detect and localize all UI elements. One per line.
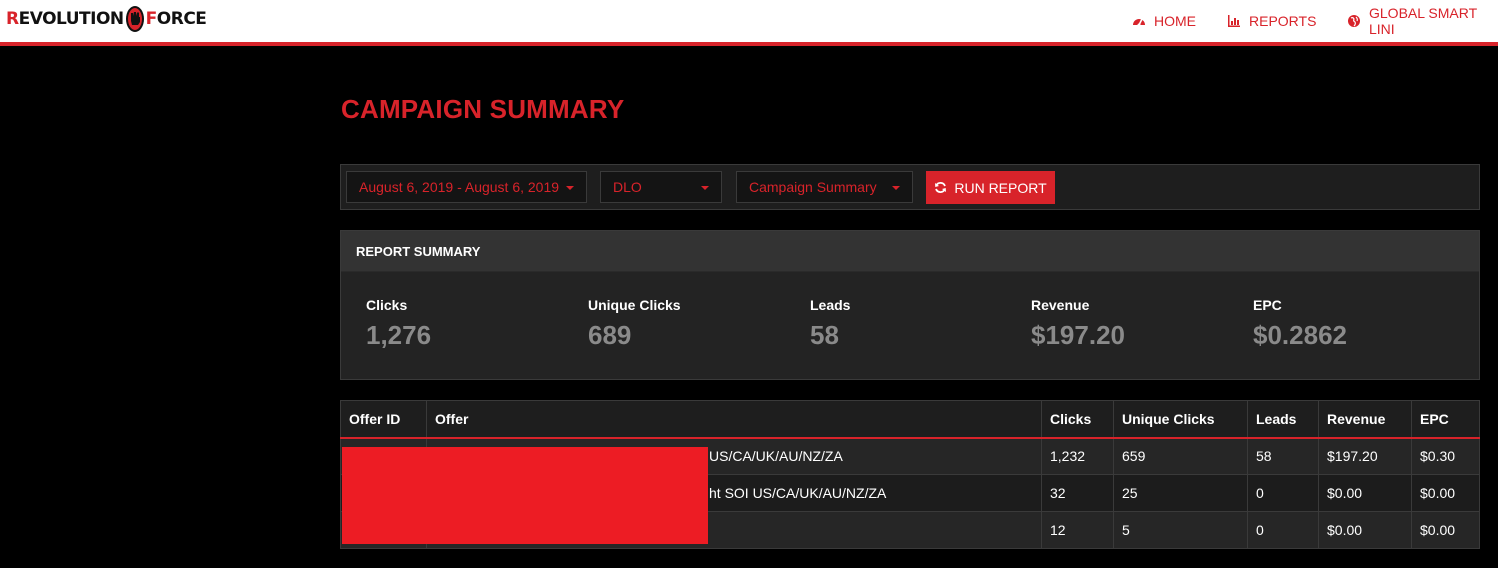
column-header-epc[interactable]: EPC xyxy=(1411,400,1480,439)
logo-letter-r: R xyxy=(6,9,19,29)
network-dropdown[interactable]: DLO xyxy=(600,171,722,203)
cell-unique-clicks: 659 xyxy=(1113,437,1248,475)
network-value: DLO xyxy=(613,179,642,195)
caret-down-icon xyxy=(892,186,900,190)
stat-epc: EPC $0.2862 xyxy=(1253,297,1347,351)
column-header-offer-id[interactable]: Offer ID xyxy=(340,400,427,439)
globe-icon xyxy=(1347,14,1361,28)
nav-home-label: HOME xyxy=(1154,13,1196,29)
cell-epc: $0.00 xyxy=(1411,474,1480,512)
run-report-label: RUN REPORT xyxy=(954,179,1047,196)
column-header-offer[interactable]: Offer xyxy=(426,400,1042,439)
report-summary-heading: REPORT SUMMARY xyxy=(341,231,1479,272)
stat-value: $197.20 xyxy=(1031,320,1125,350)
cell-epc: $0.00 xyxy=(1411,511,1480,549)
stat-leads: Leads 58 xyxy=(810,297,850,351)
nav-global-smart-link[interactable]: GLOBAL SMART LINI xyxy=(1347,0,1498,42)
bar-chart-icon xyxy=(1227,14,1241,28)
cell-clicks: 1,232 xyxy=(1041,437,1114,475)
stat-label: EPC xyxy=(1253,297,1282,313)
stat-label: Clicks xyxy=(366,297,408,313)
stat-value: $0.2862 xyxy=(1253,320,1347,350)
nav-reports[interactable]: REPORTS xyxy=(1227,0,1316,42)
cell-leads: 0 xyxy=(1247,474,1319,512)
stat-label: Leads xyxy=(810,297,851,313)
stat-revenue: Revenue $197.20 xyxy=(1031,297,1125,351)
top-navbar: R EVOLUTION F ORCE HOME REPORTS GLOBAL SMA… xyxy=(0,0,1498,46)
cell-revenue: $0.00 xyxy=(1318,511,1412,549)
nav-reports-label: REPORTS xyxy=(1249,13,1317,29)
stat-value: 689 xyxy=(588,320,632,350)
refresh-icon xyxy=(934,181,947,194)
cell-leads: 58 xyxy=(1247,437,1319,475)
column-header-clicks[interactable]: Clicks xyxy=(1041,400,1114,439)
report-type-value: Campaign Summary xyxy=(749,179,877,195)
column-header-leads[interactable]: Leads xyxy=(1247,400,1319,439)
stat-value: 1,276 xyxy=(366,320,432,350)
cell-clicks: 32 xyxy=(1041,474,1114,512)
cell-leads: 0 xyxy=(1247,511,1319,549)
date-range-dropdown[interactable]: August 6, 2019 - August 6, 2019 xyxy=(346,171,587,203)
nav-global-smart-link-label: GLOBAL SMART LINI xyxy=(1369,5,1477,37)
redaction-block xyxy=(342,447,708,544)
stat-unique-clicks: Unique Clicks 689 xyxy=(588,297,681,351)
logo-text-orce: ORCE xyxy=(156,9,207,29)
caret-down-icon xyxy=(566,186,574,190)
report-filter-bar: August 6, 2019 - August 6, 2019 DLO Camp… xyxy=(340,164,1480,210)
stat-label: Unique Clicks xyxy=(588,297,681,313)
report-summary-panel: REPORT SUMMARY Clicks 1,276 Unique Click… xyxy=(340,230,1480,380)
logo-letter-f: F xyxy=(145,9,158,29)
stat-label: Revenue xyxy=(1031,297,1090,313)
run-report-button[interactable]: RUN REPORT xyxy=(926,171,1055,204)
cell-unique-clicks: 25 xyxy=(1113,474,1248,512)
table-header-row: Offer ID Offer Clicks Unique Clicks Lead… xyxy=(340,400,1480,439)
brand-logo[interactable]: R EVOLUTION F ORCE xyxy=(6,5,207,33)
page-title: CAMPAIGN SUMMARY xyxy=(341,94,625,124)
raised-fist-icon xyxy=(125,6,144,32)
logo-text-evolution: EVOLUTION xyxy=(18,9,125,29)
column-header-revenue[interactable]: Revenue xyxy=(1318,400,1412,439)
cell-revenue: $197.20 xyxy=(1318,437,1412,475)
stat-clicks: Clicks 1,276 xyxy=(366,297,431,351)
caret-down-icon xyxy=(701,186,709,190)
dashboard-icon xyxy=(1132,14,1146,28)
report-type-dropdown[interactable]: Campaign Summary xyxy=(736,171,913,203)
column-header-unique-clicks[interactable]: Unique Clicks xyxy=(1113,400,1248,439)
date-range-value: August 6, 2019 - August 6, 2019 xyxy=(359,179,560,195)
cell-revenue: $0.00 xyxy=(1318,474,1412,512)
cell-epc: $0.30 xyxy=(1411,437,1480,475)
cell-unique-clicks: 5 xyxy=(1113,511,1248,549)
cell-clicks: 12 xyxy=(1041,511,1114,549)
nav-home[interactable]: HOME xyxy=(1132,0,1196,42)
stat-value: 58 xyxy=(810,320,839,350)
